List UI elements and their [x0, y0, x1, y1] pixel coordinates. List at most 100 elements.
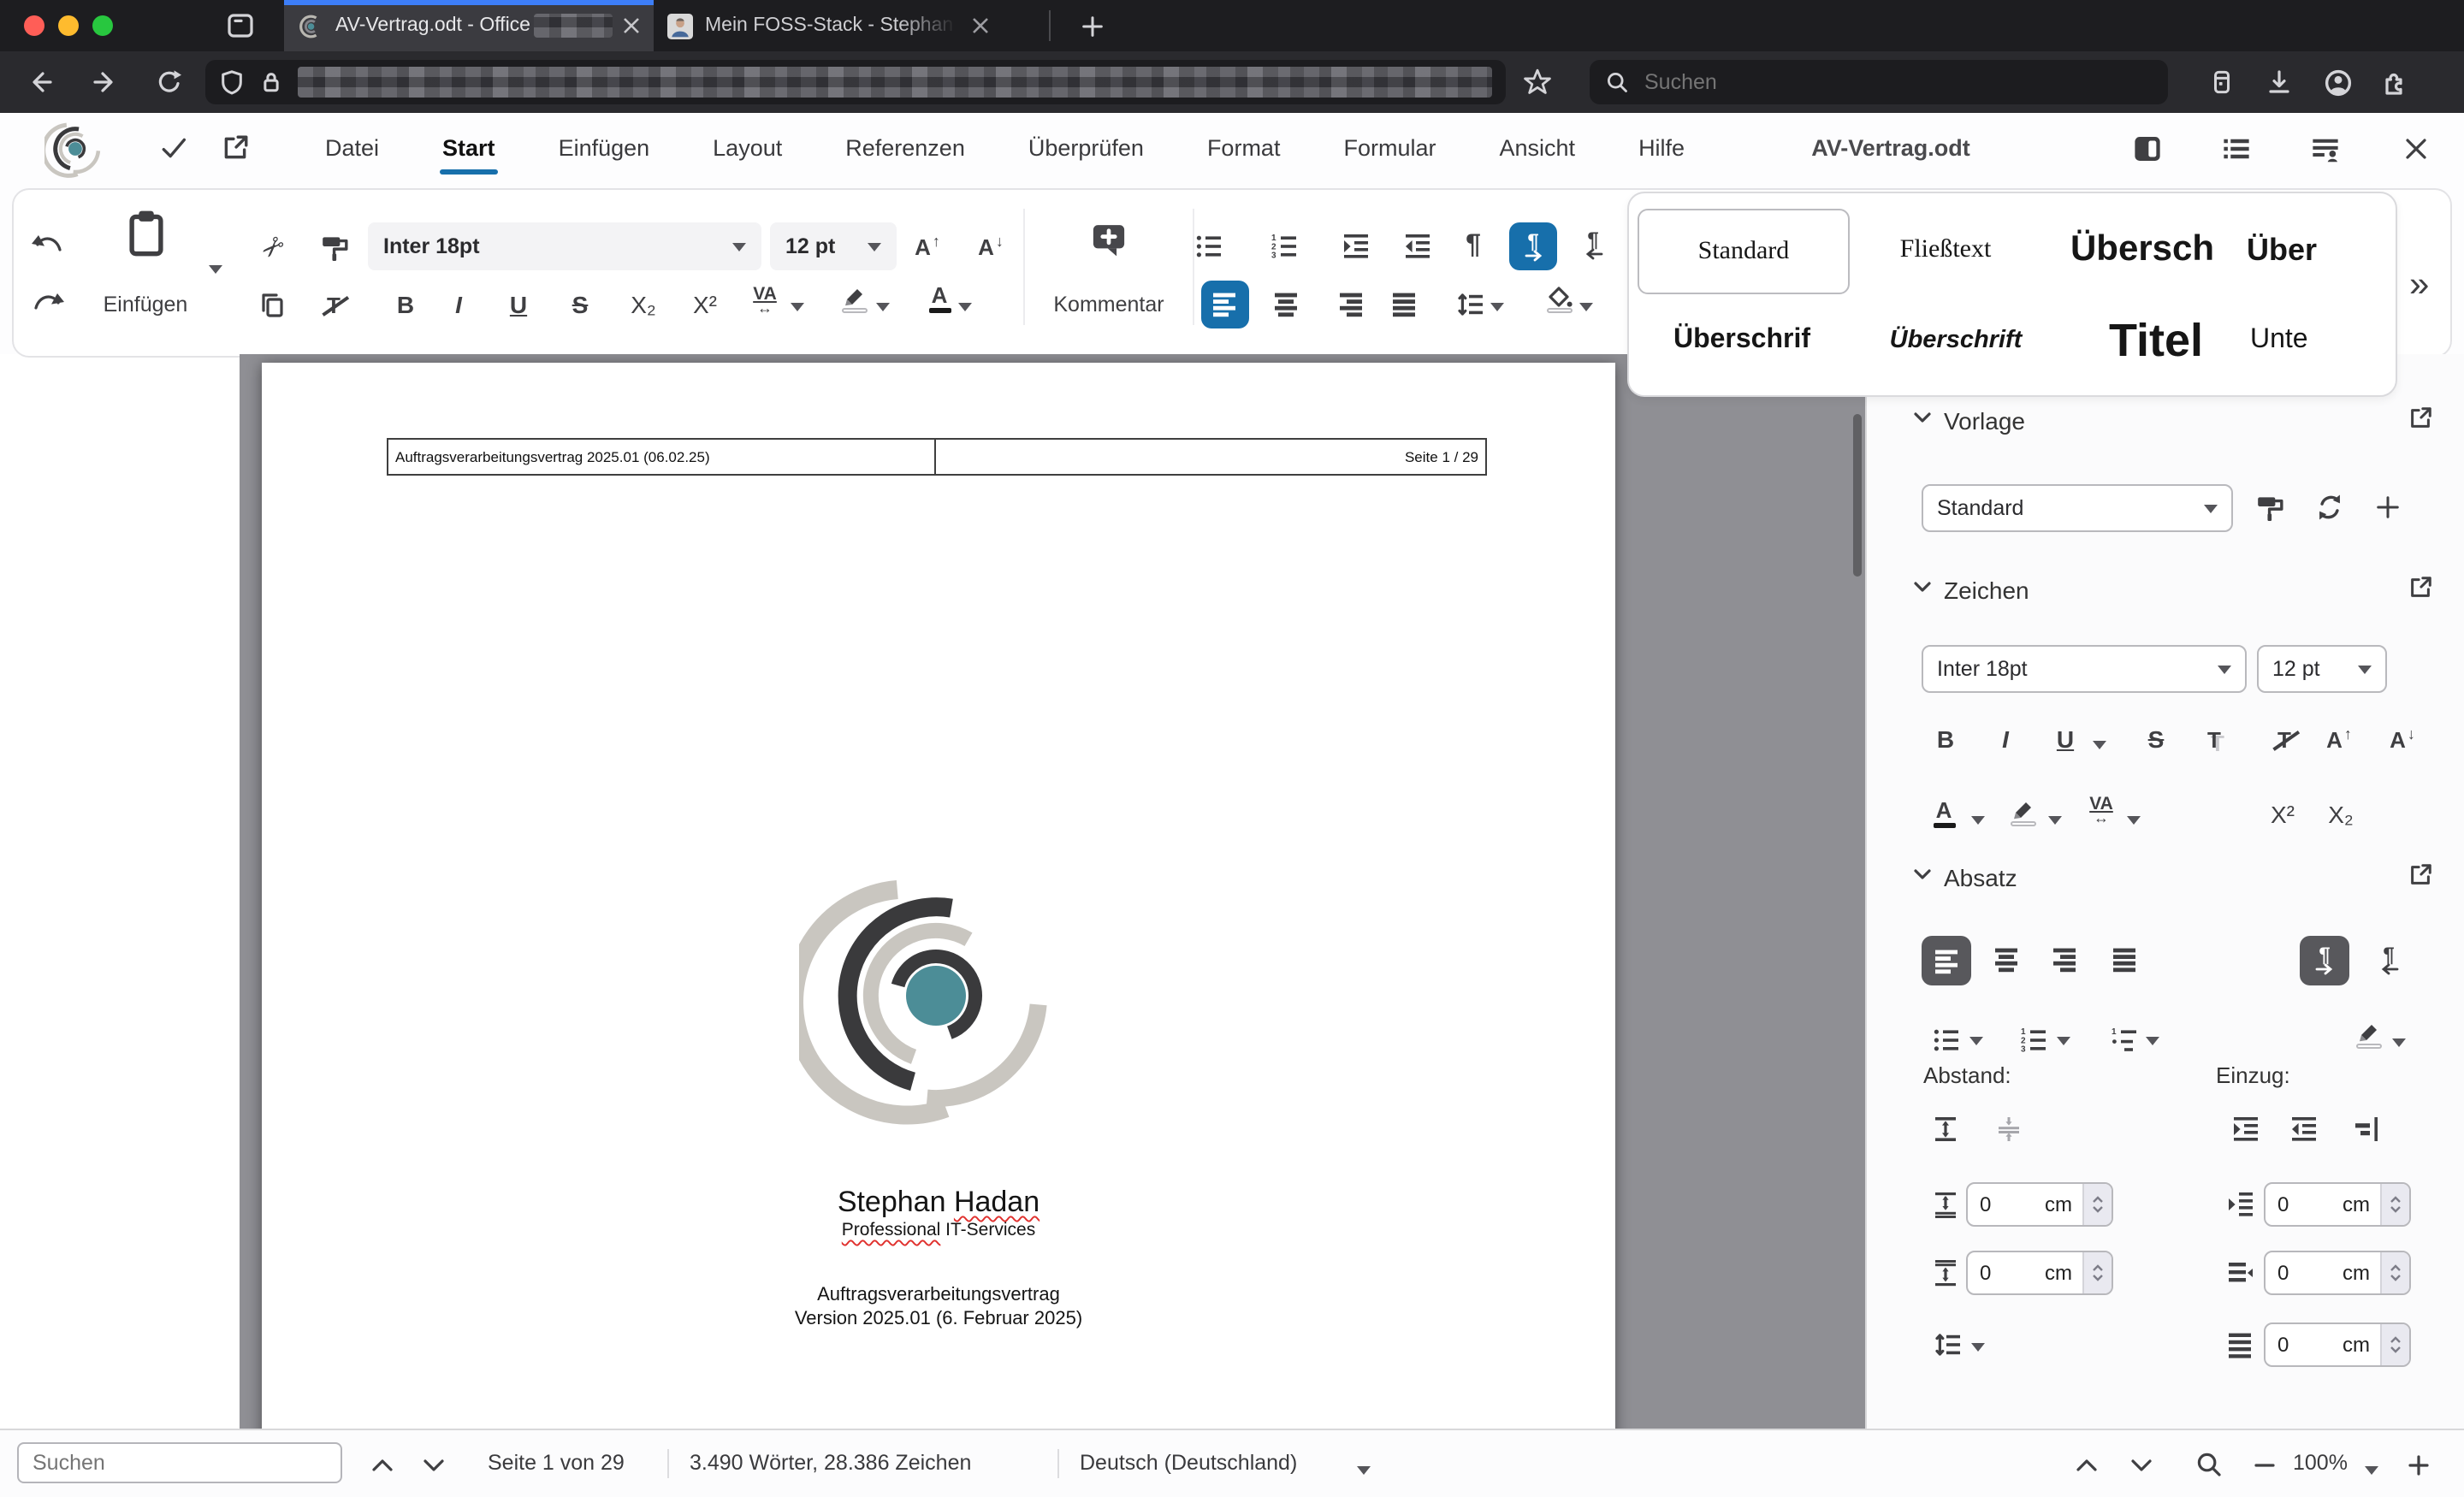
paragraph-spacing-icon[interactable] [1923, 1107, 1968, 1151]
formatting-marks-icon[interactable]: ¶ [1451, 224, 1496, 269]
character-spacing-button[interactable]: VA ↔ [743, 279, 787, 323]
review-user-list-icon[interactable] [2303, 126, 2348, 170]
font-size-combo[interactable]: 12 pt [770, 222, 897, 270]
superscript-button[interactable]: X² [683, 282, 727, 327]
sidebar-bold-button[interactable]: B [1923, 717, 1968, 761]
numbered-list-icon[interactable]: 123 [1261, 224, 1306, 269]
background-color-caret[interactable] [1579, 303, 1593, 318]
align-left-button[interactable] [1201, 281, 1249, 328]
menu-start[interactable]: Start [439, 125, 499, 175]
open-in-new-icon[interactable] [221, 133, 250, 163]
font-name-combo[interactable]: Inter 18pt [368, 222, 761, 270]
sidebar-shrink-font-button[interactable]: A ↓ [2380, 717, 2425, 761]
indent-after-input[interactable]: 0 cm [2264, 1322, 2411, 1367]
sidebar-justify-button[interactable] [2103, 938, 2147, 982]
strikethrough-button[interactable]: S [558, 282, 602, 327]
close-document-icon[interactable] [2394, 126, 2438, 170]
sidebar-font-color-caret[interactable] [1971, 816, 1985, 831]
compress-spacing-icon[interactable] [1987, 1107, 2031, 1151]
space-above-paragraph-icon[interactable] [1923, 1182, 1968, 1227]
line-spacing-caret[interactable] [1490, 303, 1504, 318]
search-next-icon[interactable] [414, 1446, 452, 1483]
menu-layout[interactable]: Layout [709, 125, 785, 171]
style-ueberschrift-1[interactable]: Übersch [2041, 209, 2243, 291]
page-header-left-cell[interactable]: Auftragsverarbeitungsvertrag 2025.01 (06… [387, 438, 936, 476]
sidebar-subscript-button[interactable]: X₂ [2319, 792, 2363, 837]
shrink-font-button[interactable]: A ↓ [968, 224, 1013, 269]
sidebar-toggle-icon[interactable] [2125, 126, 2170, 170]
menu-ansicht[interactable]: Ansicht [1496, 125, 1579, 171]
menu-format[interactable]: Format [1204, 125, 1284, 171]
style-standard[interactable]: Standard [1638, 209, 1850, 294]
zeichen-external-icon[interactable] [2408, 575, 2433, 601]
line-spacing-icon[interactable] [1448, 282, 1492, 327]
collapse-chevron-icon[interactable] [1913, 580, 1932, 594]
paste-button[interactable]: Einfügen [89, 293, 202, 317]
sidebar-align-right-button[interactable] [2043, 938, 2088, 982]
refresh-style-icon[interactable] [2307, 484, 2351, 529]
style-fliesstext[interactable]: Fließtext [1853, 209, 2038, 291]
document-scrollbar-thumb[interactable] [1853, 414, 1862, 577]
back-button[interactable] [14, 58, 65, 106]
minimize-window-button[interactable] [58, 15, 79, 36]
zoom-level-caret[interactable] [2365, 1466, 2378, 1482]
copy-icon[interactable] [250, 282, 294, 327]
clear-formatting-icon[interactable]: T [311, 282, 356, 327]
font-size-caret[interactable] [868, 242, 881, 257]
background-color-button[interactable] [1537, 277, 1581, 322]
comment-icon[interactable] [1085, 217, 1133, 262]
update-style-icon[interactable] [2247, 484, 2291, 529]
downloads-icon[interactable] [2254, 58, 2305, 106]
sidebar-line-spacing-caret[interactable] [1971, 1343, 1985, 1358]
new-style-plus-icon[interactable] [2365, 484, 2409, 529]
undo-button[interactable] [26, 224, 70, 269]
sidebar-align-center-button[interactable] [1985, 938, 2029, 982]
bookmark-star-icon[interactable] [1523, 68, 1552, 97]
align-right-button[interactable] [1330, 282, 1374, 327]
sidebar-character-spacing-button[interactable]: VA ↔ [2079, 789, 2123, 833]
sidebar-font-size-combo[interactable]: 12 pt [2257, 645, 2387, 693]
sidebar-character-spacing-caret[interactable] [2127, 816, 2141, 831]
page-info-text[interactable]: Seite 1 von 29 [488, 1451, 625, 1475]
underline-button[interactable]: U [496, 282, 541, 327]
sidebar-strikethrough-button[interactable]: S [2134, 717, 2178, 761]
einzug-increase-icon[interactable] [2223, 1107, 2267, 1151]
spinner-buttons[interactable] [2380, 1184, 2409, 1225]
space-below-paragraph-icon[interactable] [1923, 1251, 1968, 1295]
shadow-text-button[interactable]: T [2192, 717, 2236, 761]
menu-referenzen[interactable]: Referenzen [842, 125, 968, 171]
sidebar-clear-formatting-button[interactable]: T [2262, 717, 2307, 761]
sidebar-line-spacing-icon[interactable] [1925, 1322, 1969, 1367]
space-below-input[interactable]: 0 cm [1966, 1251, 2113, 1295]
sidebar-align-left-button[interactable] [1922, 936, 1971, 985]
align-center-button[interactable] [1265, 282, 1309, 327]
sidebar-superscript-button[interactable]: X² [2260, 792, 2305, 837]
reload-button[interactable] [144, 58, 195, 106]
indent-after-text-icon[interactable] [2218, 1322, 2262, 1367]
scroll-up-icon[interactable] [2067, 1446, 2105, 1483]
toc-list-icon[interactable] [2214, 126, 2259, 170]
browser-search-field[interactable] [1590, 60, 2168, 104]
style-ueberschrift-3[interactable]: Überschrif [1638, 298, 1846, 383]
new-tab-button[interactable] [1068, 5, 1116, 46]
search-input[interactable] [1641, 68, 2153, 96]
sidebar-grow-font-button[interactable]: A ↑ [2317, 717, 2361, 761]
sidebar-outline-list-icon[interactable]: 1 [2101, 1018, 2146, 1062]
url-bar[interactable] [205, 60, 1506, 104]
section-vorlage-title[interactable]: Vorlage [1944, 407, 2025, 435]
section-zeichen-title[interactable]: Zeichen [1944, 577, 2029, 604]
sidebar-numbered-list-icon[interactable]: 123 [2011, 1018, 2055, 1062]
style-titel[interactable]: Titel [2065, 298, 2247, 383]
document-page[interactable]: Auftragsverarbeitungsvertrag 2025.01 (06… [262, 363, 1615, 1430]
collapse-chevron-icon[interactable] [1913, 867, 1932, 881]
indent-before-input[interactable]: 0 cm [2264, 1182, 2411, 1227]
spinner-buttons[interactable] [2380, 1252, 2409, 1293]
menu-hamburger-icon[interactable] [2455, 58, 2464, 106]
rtl-direction-button[interactable]: ¶ [1571, 222, 1615, 267]
extensions-puzzle-icon[interactable] [2370, 58, 2421, 106]
character-spacing-caret[interactable] [791, 303, 804, 318]
decrease-indent-icon[interactable] [1395, 224, 1439, 269]
forward-button[interactable] [79, 58, 130, 106]
zoom-level-text[interactable]: 100% [2293, 1451, 2348, 1475]
ltr-direction-button[interactable]: ¶ [1509, 222, 1557, 270]
